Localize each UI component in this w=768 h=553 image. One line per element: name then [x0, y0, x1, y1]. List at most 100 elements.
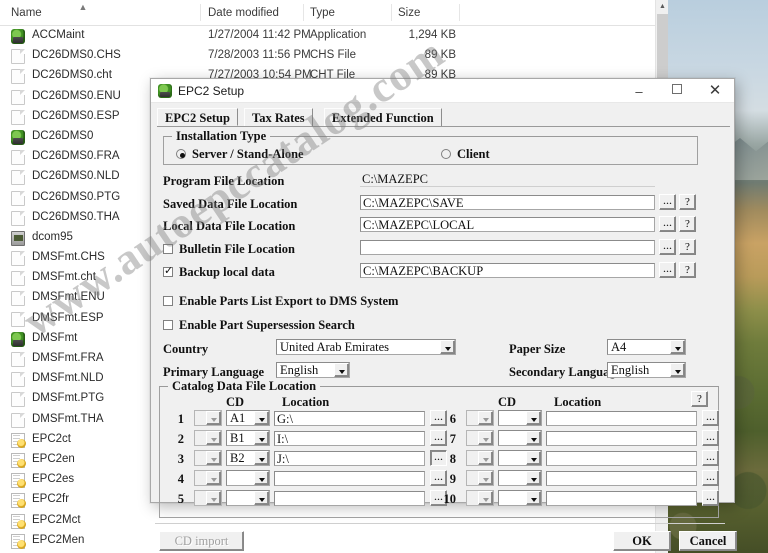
app-icon — [158, 84, 172, 98]
chevron-down-icon[interactable] — [334, 363, 349, 377]
cancel-button[interactable]: Cancel — [679, 531, 737, 551]
column-header-name[interactable]: Name — [11, 7, 42, 19]
chevron-down-icon[interactable] — [206, 471, 221, 485]
chevron-down-icon[interactable] — [254, 431, 269, 445]
catalog-location-input[interactable]: G:\ — [274, 411, 425, 426]
catalog-slot-select[interactable] — [194, 470, 222, 486]
column-header-size[interactable]: Size — [398, 7, 420, 19]
catalog-slot-select[interactable] — [194, 450, 222, 466]
catalog-location-input[interactable] — [546, 491, 697, 506]
catalog-browse-button[interactable]: ... — [702, 430, 719, 446]
catalog-location-input[interactable] — [546, 451, 697, 466]
bulletin-file-location-browse-button[interactable]: ... — [659, 239, 676, 255]
catalog-location-input[interactable] — [274, 491, 425, 506]
catalog-cd-select[interactable] — [498, 430, 542, 446]
chevron-down-icon[interactable] — [206, 411, 221, 425]
bulletin-file-location-help-button[interactable]: ? — [679, 239, 696, 255]
maximize-button[interactable] — [658, 79, 696, 102]
catalog-location-input[interactable] — [546, 471, 697, 486]
file-list-row[interactable]: EPC2Men — [0, 531, 655, 551]
tab-tax-rates[interactable]: Tax Rates — [244, 108, 313, 126]
cd-import-button[interactable]: CD import — [159, 531, 244, 551]
saved-data-file-location-help-button[interactable]: ? — [679, 194, 696, 210]
chevron-down-icon[interactable] — [526, 411, 541, 425]
catalog-cd-select[interactable] — [226, 490, 270, 506]
chevron-down-icon[interactable] — [206, 431, 221, 445]
minimize-button[interactable]: – — [620, 79, 658, 102]
chevron-down-icon[interactable] — [526, 491, 541, 505]
catalog-browse-button[interactable]: ... — [702, 410, 719, 426]
chevron-down-icon[interactable] — [670, 340, 685, 354]
chevron-down-icon[interactable] — [254, 411, 269, 425]
country-select[interactable]: United Arab Emirates — [276, 339, 456, 355]
secondary-language-select[interactable]: English — [607, 362, 686, 378]
saved-data-file-location-label: Saved Data File Location — [163, 197, 298, 211]
close-button[interactable]: ✕ — [696, 79, 734, 102]
chevron-down-icon[interactable] — [478, 451, 493, 465]
tab-epc2-setup[interactable]: EPC2 Setup — [157, 108, 238, 126]
chevron-down-icon[interactable] — [526, 471, 541, 485]
dialog-titlebar[interactable]: EPC2 Setup – ✕ — [151, 79, 734, 103]
catalog-location-input[interactable] — [546, 431, 697, 446]
chevron-down-icon[interactable] — [254, 491, 269, 505]
file-list-row[interactable]: DC26DMS0.CHS 7/28/2003 11:56 PM CHS File 89… — [0, 46, 655, 66]
paper-size-select[interactable]: A4 — [607, 339, 686, 355]
catalog-help-button[interactable]: ? — [691, 391, 708, 407]
chevron-down-icon[interactable] — [478, 471, 493, 485]
file-list-row[interactable]: ACCMaint 1/27/2004 11:42 PM Application 1,2… — [0, 26, 655, 46]
scroll-up-icon[interactable]: ▲ — [656, 0, 669, 14]
scrollbar-thumb[interactable] — [657, 14, 668, 84]
chevron-down-icon[interactable] — [206, 451, 221, 465]
backup-local-data-help-button[interactable]: ? — [679, 262, 696, 278]
catalog-slot-select[interactable] — [466, 490, 494, 506]
local-data-file-location-help-button[interactable]: ? — [679, 216, 696, 232]
tab-label: Tax Rates — [252, 111, 305, 125]
catalog-slot-select[interactable] — [466, 470, 494, 486]
catalog-location-input[interactable] — [274, 471, 425, 486]
chevron-down-icon[interactable] — [254, 471, 269, 485]
saved-data-file-location-input[interactable]: C:\MAZEPC\SAVE — [360, 195, 655, 210]
chevron-down-icon[interactable] — [254, 451, 269, 465]
chevron-down-icon[interactable] — [670, 363, 685, 377]
saved-data-file-location-browse-button[interactable]: ... — [659, 194, 676, 210]
catalog-location-input[interactable] — [546, 411, 697, 426]
catalog-slot-select[interactable] — [466, 450, 494, 466]
catalog-slot-select[interactable] — [194, 410, 222, 426]
program-file-location-input[interactable]: C:\MAZEPC — [360, 172, 655, 187]
catalog-slot-select[interactable] — [194, 490, 222, 506]
chevron-down-icon[interactable] — [478, 491, 493, 505]
catalog-browse-button[interactable]: ... — [702, 450, 719, 466]
catalog-cd-select[interactable]: A1 — [226, 410, 270, 426]
catalog-slot-select[interactable] — [466, 410, 494, 426]
catalog-slot-select[interactable] — [466, 430, 494, 446]
catalog-slot-select[interactable] — [194, 430, 222, 446]
catalog-location-input[interactable]: I:\ — [274, 431, 425, 446]
catalog-cd-select[interactable]: B1 — [226, 430, 270, 446]
backup-local-data-browse-button[interactable]: ... — [659, 262, 676, 278]
catalog-browse-button[interactable]: ... — [702, 470, 719, 486]
file-icon — [11, 412, 25, 428]
catalog-cd-select[interactable] — [226, 470, 270, 486]
catalog-cd-select[interactable] — [498, 410, 542, 426]
chevron-down-icon[interactable] — [206, 491, 221, 505]
catalog-browse-button[interactable]: ... — [702, 490, 719, 506]
bulletin-file-location-input[interactable] — [360, 240, 655, 255]
catalog-cd-select[interactable] — [498, 490, 542, 506]
ok-button[interactable]: OK — [613, 531, 671, 551]
primary-language-select[interactable]: English — [276, 362, 350, 378]
column-header-type[interactable]: Type — [310, 7, 335, 19]
catalog-cd-select[interactable]: B2 — [226, 450, 270, 466]
chevron-down-icon[interactable] — [478, 411, 493, 425]
local-data-file-location-browse-button[interactable]: ... — [659, 216, 676, 232]
chevron-down-icon[interactable] — [526, 431, 541, 445]
local-data-file-location-input[interactable]: C:\MAZEPC\LOCAL — [360, 217, 655, 232]
catalog-cd-select[interactable] — [498, 450, 542, 466]
tab-extended-function[interactable]: Extended Function — [323, 108, 442, 126]
chevron-down-icon[interactable] — [478, 431, 493, 445]
catalog-location-input[interactable]: J:\ — [274, 451, 425, 466]
catalog-cd-select[interactable] — [498, 470, 542, 486]
column-header-date-modified[interactable]: Date modified — [208, 7, 279, 19]
chevron-down-icon[interactable] — [440, 340, 455, 354]
backup-local-data-input[interactable]: C:\MAZEPC\BACKUP — [360, 263, 655, 278]
chevron-down-icon[interactable] — [526, 451, 541, 465]
